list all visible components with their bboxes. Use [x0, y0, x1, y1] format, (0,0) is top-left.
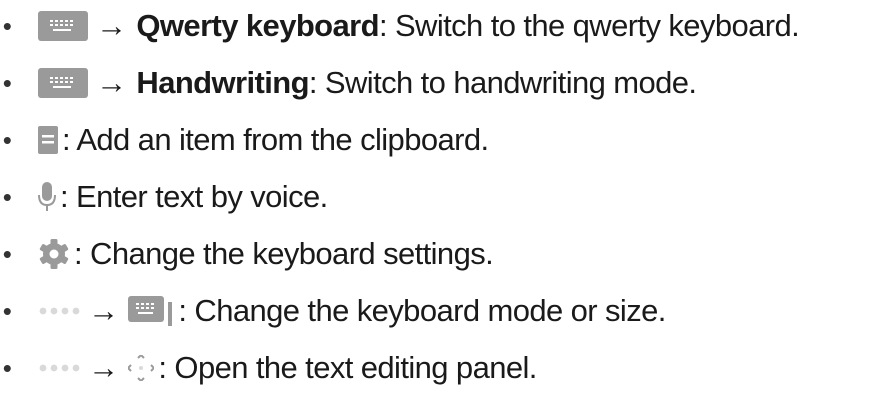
item-description: : Switch to the qwerty keyboard. — [378, 8, 800, 43]
arrow: → — [96, 8, 127, 43]
item-title: Handwriting — [136, 65, 309, 100]
arrow: → — [96, 65, 127, 100]
bullet: • — [2, 11, 12, 41]
item-description: : Add an item from the clipboard. — [62, 122, 489, 157]
arrow: → — [88, 293, 119, 328]
list-item: • → : Open the text editing panel. — [0, 348, 538, 388]
list-item: • : Add an item from the clipboard. — [0, 120, 489, 160]
list-item: • → Qwerty keyboard : Switch to the qwer… — [0, 6, 800, 46]
bullet: • — [2, 68, 12, 98]
clipboard-icon — [38, 126, 58, 154]
more-options-icon — [38, 306, 80, 316]
bullet: • — [2, 125, 12, 155]
feature-list: • → Qwerty keyboard : Switch to the qwer… — [0, 0, 874, 400]
bullet: • — [2, 239, 12, 269]
item-description: : Open the text editing panel. — [158, 350, 537, 385]
item-title: Qwerty keyboard — [136, 8, 379, 43]
gear-icon — [38, 239, 70, 269]
item-description: : Switch to handwriting mode. — [308, 65, 697, 100]
keyboard-icon — [38, 11, 88, 41]
list-item: • : Enter text by voice. — [0, 177, 329, 217]
bullet: • — [2, 182, 12, 212]
keyboard-mode-icon — [128, 296, 174, 326]
item-description: : Change the keyboard mode or size. — [178, 293, 666, 328]
more-options-icon — [38, 363, 80, 373]
list-item: • : Change the keyboard settings. — [0, 234, 494, 274]
arrow: → — [88, 350, 119, 385]
item-description: : Change the keyboard settings. — [74, 236, 494, 271]
bullet: • — [2, 296, 12, 326]
bullet: • — [2, 353, 12, 383]
keyboard-icon — [38, 68, 88, 98]
item-description: : Enter text by voice. — [60, 179, 328, 214]
text-edit-cursor-icon — [128, 355, 155, 381]
microphone-icon — [38, 182, 56, 212]
list-item: • → : Change the keyboard mode or size. — [0, 291, 667, 331]
list-item: • → Handwriting : Switch to handwriting … — [0, 63, 697, 103]
